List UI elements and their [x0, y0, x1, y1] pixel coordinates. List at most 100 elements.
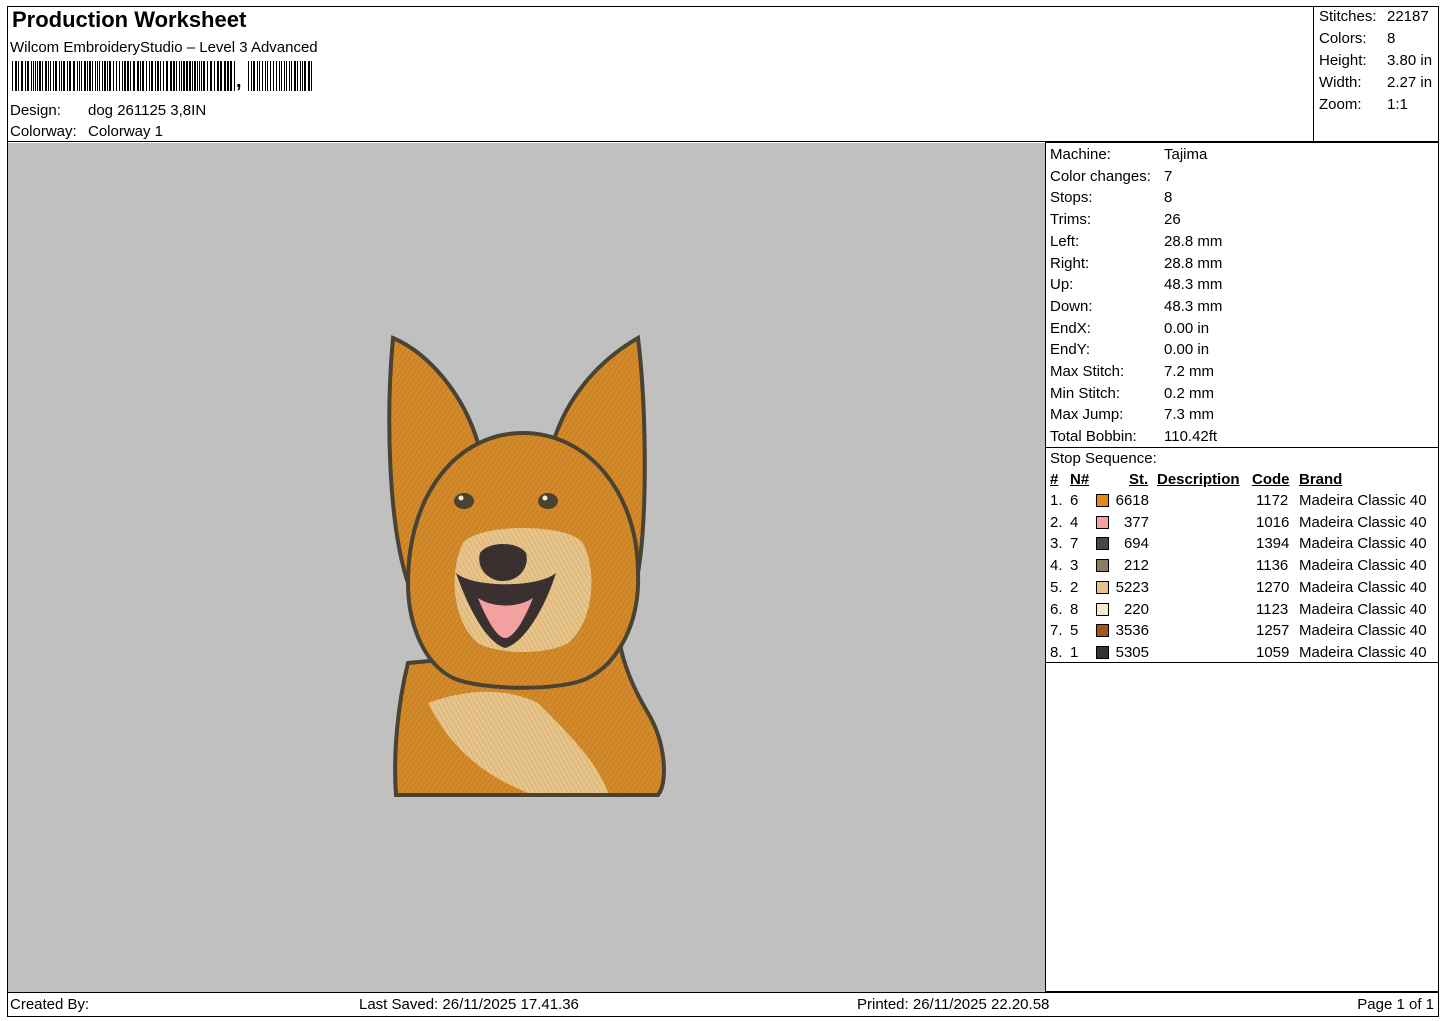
detail-label: Min Stitch:	[1050, 384, 1121, 402]
row-needle: 7	[1070, 535, 1079, 553]
barcode-bar	[92, 61, 93, 91]
barcode-bar	[179, 61, 180, 91]
barcode-bar	[21, 61, 23, 91]
summary-label: Colors:	[1319, 30, 1367, 47]
barcode-bar	[217, 61, 219, 91]
barcode-bar	[279, 61, 280, 91]
barcode-bar	[15, 61, 17, 91]
last-saved: Last Saved: 26/11/2025 17.41.36	[359, 996, 579, 1013]
summary-value: 8	[1387, 30, 1396, 47]
row-brand: Madeira Classic 40	[1299, 492, 1427, 509]
barcode-bar	[87, 61, 88, 91]
row-index: 8.	[1050, 643, 1063, 661]
barcode-bar	[259, 61, 260, 91]
row-code: 1016	[1256, 513, 1290, 531]
row-needle: 2	[1070, 578, 1079, 596]
barcode-bar	[137, 61, 139, 91]
barcode-bar	[77, 61, 78, 91]
barcode-bar	[186, 61, 188, 91]
barcode-bar	[308, 61, 310, 91]
barcode-bar	[176, 61, 177, 91]
barcode-bar	[194, 61, 196, 91]
col-stitches: St.	[1129, 471, 1149, 488]
barcode-bar	[297, 61, 298, 91]
col-index: #	[1050, 471, 1059, 488]
summary-value: 22187	[1387, 8, 1429, 25]
barcode-bar	[61, 61, 62, 91]
barcode-bar	[201, 61, 202, 91]
detail-value: 7.2 mm	[1164, 363, 1215, 380]
col-code: Code	[1252, 471, 1290, 488]
barcode-comma: ,	[236, 70, 242, 92]
details-panel: Machine: Tajima Color changes: 7 Stops: 8 Trim…	[1045, 142, 1439, 992]
barcode-bar	[69, 61, 71, 91]
row-needle: 6	[1070, 492, 1079, 509]
barcode-bar	[170, 61, 172, 91]
col-brand: Brand	[1299, 471, 1343, 488]
barcode-bar	[262, 61, 263, 91]
detail-label: Max Jump:	[1050, 406, 1124, 424]
colorway-value: Colorway 1	[88, 123, 164, 140]
design-value: dog 261125 3,8IN	[88, 102, 207, 119]
row-stitches: 3536	[1115, 622, 1149, 640]
barcode-bar	[181, 61, 182, 91]
barcode-bar	[142, 61, 144, 91]
summary-label: Height:	[1319, 52, 1367, 69]
barcode-bar	[59, 61, 60, 91]
barcode-bar	[183, 61, 185, 91]
detail-label: EndX:	[1050, 319, 1091, 337]
barcode-bar	[155, 61, 156, 91]
dog-embroidery-image	[387, 334, 666, 797]
barcode-bar	[300, 61, 301, 91]
barcode-bar	[173, 61, 175, 91]
barcode-bar	[25, 61, 26, 91]
thread-color-swatch	[1096, 602, 1109, 616]
barcode-bar	[37, 61, 38, 91]
row-brand: Madeira Classic 40	[1299, 622, 1427, 640]
page-number: Page 1 of 1	[1357, 996, 1434, 1013]
barcode-bar	[33, 61, 34, 91]
barcode-bar	[294, 61, 296, 91]
barcode-bar	[214, 61, 215, 91]
barcode-bar	[157, 61, 159, 91]
thread-color-swatch	[1096, 580, 1109, 594]
row-brand: Madeira Classic 40	[1299, 643, 1427, 661]
row-index: 2.	[1050, 513, 1063, 531]
barcode-bar	[67, 61, 68, 91]
barcode-bar	[210, 61, 212, 91]
detail-value: 0.00 in	[1164, 319, 1210, 337]
detail-label: Up:	[1050, 276, 1074, 294]
barcode-bar	[12, 61, 13, 91]
barcode-bar	[27, 61, 29, 91]
barcode-bar	[163, 61, 164, 91]
summary-label: Stitches:	[1319, 8, 1377, 25]
barcode-bar	[166, 61, 168, 91]
barcode-bar	[130, 61, 131, 91]
detail-label: Machine:	[1050, 146, 1111, 163]
barcode-bar	[199, 61, 200, 91]
created-by: Created By:	[10, 996, 90, 1013]
thread-color-swatch	[1096, 559, 1109, 573]
barcode-bar	[257, 61, 258, 91]
row-stitches: 5223	[1115, 578, 1149, 596]
barcode-bar	[84, 61, 86, 91]
row-index: 3.	[1050, 535, 1063, 553]
detail-value: 48.3 mm	[1164, 276, 1223, 294]
barcode-bar	[302, 61, 303, 91]
barcode-bar	[107, 61, 108, 91]
detail-value: 110.42ft	[1164, 428, 1218, 446]
row-code: 1394	[1256, 535, 1290, 553]
software-name: Wilcom EmbroideryStudio – Level 3 Advanc…	[10, 39, 318, 56]
barcode-bar	[207, 61, 208, 91]
detail-value: 26	[1164, 211, 1181, 229]
barcode-bar	[113, 61, 114, 91]
barcode-bar	[273, 61, 274, 91]
barcode-bar	[203, 61, 205, 91]
row-needle: 4	[1070, 513, 1079, 531]
stop-sequence-divider	[1046, 447, 1438, 448]
barcode-bar	[73, 61, 75, 91]
row-index: 7.	[1050, 622, 1063, 640]
row-code: 1059	[1256, 643, 1290, 661]
row-stitches: 5305	[1115, 643, 1149, 661]
barcode-bar	[220, 61, 222, 91]
